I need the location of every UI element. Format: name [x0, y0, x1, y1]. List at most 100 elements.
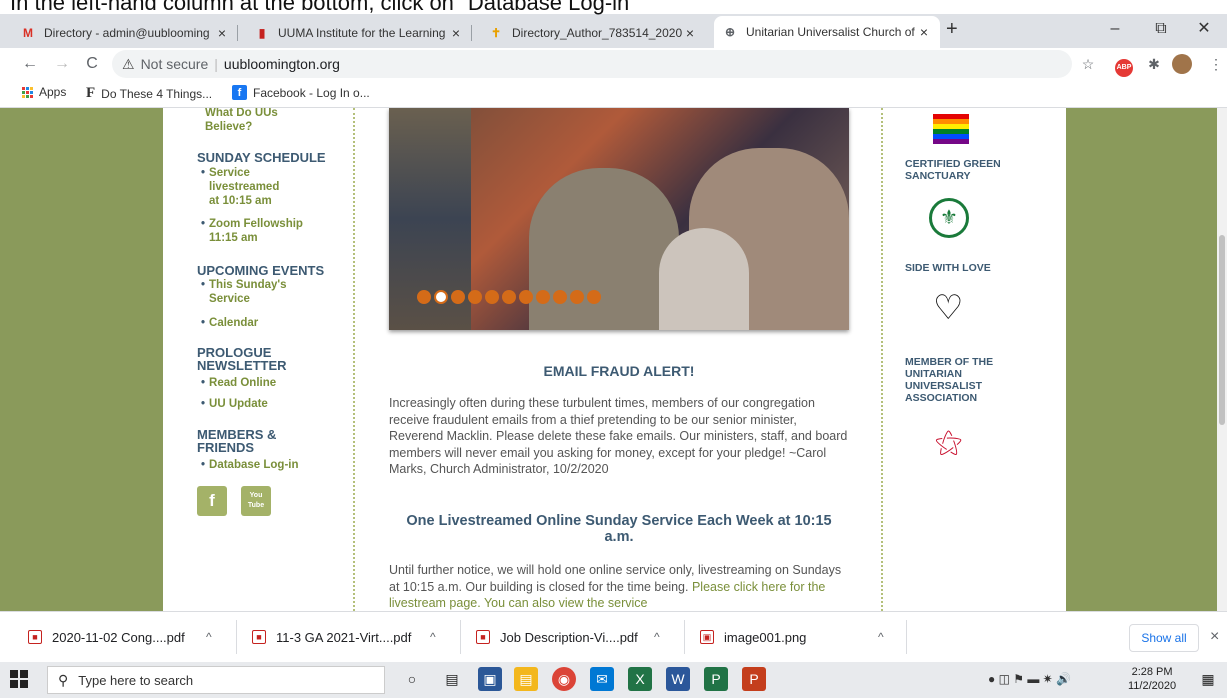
download-item[interactable]: ■ 2020-11-02 Cong....pdf ^	[28, 624, 238, 650]
powerpoint-icon[interactable]: P	[742, 667, 766, 691]
task-view-icon[interactable]: ▤	[440, 667, 464, 691]
word-icon[interactable]: W	[666, 667, 690, 691]
gmail-icon: M	[23, 26, 33, 40]
chevron-up-icon[interactable]: ^	[878, 630, 884, 644]
download-item[interactable]: ■ 11-3 GA 2021-Virt....pdf ^	[252, 624, 462, 650]
cross-icon: ✝	[490, 26, 502, 40]
nav-item-zoom-fellowship[interactable]: • Zoom Fellowship 11:15 am	[201, 217, 309, 245]
flaming-chalice-icon[interactable]: ⚝	[935, 426, 962, 459]
nav-item-label: Database Log-in	[209, 459, 299, 471]
slide-dot[interactable]	[587, 290, 601, 304]
menu-icon[interactable]: ⋮	[1206, 54, 1226, 74]
chevron-up-icon[interactable]: ^	[206, 630, 212, 644]
page-viewport: What Do UUs Believe? SUNDAY SCHEDULE • Se…	[0, 108, 1217, 611]
cortana-icon[interactable]: ○	[400, 667, 424, 691]
facebook-icon: f	[232, 85, 247, 100]
show-all-button[interactable]: Show all	[1129, 624, 1199, 652]
bookmark-do-these[interactable]: F Do These 4 Things...	[86, 85, 212, 102]
slide-figure	[659, 228, 749, 330]
pdf-icon: ■	[28, 630, 42, 644]
slide-dot[interactable]	[468, 290, 482, 304]
store-icon[interactable]: ▣	[478, 667, 502, 691]
nav-item-service-livestreamed[interactable]: • Service livestreamed at 10:15 am	[201, 166, 285, 208]
nav-item-calendar[interactable]: • Calendar	[201, 316, 258, 330]
right-column: CERTIFIED GREEN SANCTUARY ⚜ SIDE WITH LO…	[881, 108, 1066, 611]
service-body: Until further notice, we will hold one o…	[389, 562, 849, 611]
slide-dot[interactable]	[417, 290, 431, 304]
nav-item-this-sundays-service[interactable]: • This Sunday's Service	[201, 278, 289, 306]
chevron-up-icon[interactable]: ^	[654, 630, 660, 644]
slide-dot[interactable]	[434, 290, 448, 304]
tab-close-icon[interactable]: ×	[214, 25, 230, 41]
slide-dot[interactable]	[570, 290, 584, 304]
bookmark-apps[interactable]: Apps	[22, 85, 66, 99]
slide-dot[interactable]	[485, 290, 499, 304]
notifications-icon[interactable]: ▦	[1196, 667, 1220, 691]
slide-dot[interactable]	[536, 290, 550, 304]
puzzle-icon[interactable]: ✱	[1144, 54, 1164, 74]
tab-directory-author[interactable]: ✝ Directory_Author_783514_20201 ×	[480, 18, 706, 48]
tab-close-icon[interactable]: ×	[448, 25, 464, 41]
avatar[interactable]	[1172, 54, 1192, 74]
chevron-up-icon[interactable]: ^	[430, 630, 436, 644]
facebook-icon[interactable]: f	[197, 486, 227, 516]
nav-item-what-do-uus-believe[interactable]: What Do UUs Believe?	[205, 108, 325, 136]
taskbar-clock[interactable]: 2:28 PM 11/2/2020	[1128, 665, 1176, 693]
pdf-icon: ■	[476, 630, 490, 644]
windows-taskbar: ⚲ Type here to search ○ ▤ ▣ ▤ ◉ ✉ X W P …	[0, 662, 1227, 698]
nav-item-database-login[interactable]: • Database Log-in	[201, 458, 299, 472]
back-button[interactable]: ←	[18, 52, 42, 76]
new-tab-button[interactable]: +	[946, 18, 958, 41]
slide-dot[interactable]	[451, 290, 465, 304]
slide-dot[interactable]	[519, 290, 533, 304]
tab-separator	[237, 25, 238, 41]
minimize-button[interactable]: –	[1092, 14, 1138, 44]
green-sanctuary-label: CERTIFIED GREEN SANCTUARY	[905, 158, 1001, 182]
bookmark-facebook[interactable]: f Facebook - Log In o...	[232, 85, 370, 100]
service-title: One Livestreamed Online Sunday Service E…	[406, 513, 832, 545]
search-placeholder: Type here to search	[78, 672, 194, 688]
taskbar-search-input[interactable]: ⚲ Type here to search	[47, 666, 385, 694]
tray-icons[interactable]: ● ◫ ⚑ ▬ ✷ 🔊	[988, 672, 1071, 686]
download-item[interactable]: ▣ image001.png ^	[700, 624, 910, 650]
file-explorer-icon[interactable]: ▤	[514, 667, 538, 691]
close-downloads-icon[interactable]: ×	[1210, 628, 1219, 646]
side-with-love-label: SIDE WITH LOVE	[905, 262, 991, 274]
reload-button[interactable]: C	[80, 52, 104, 76]
excel-icon[interactable]: X	[628, 667, 652, 691]
uuma-icon: ▮	[258, 26, 266, 40]
tab-uu-church[interactable]: ⊕ Unitarian Universalist Church of B ×	[714, 16, 940, 48]
slide-dot[interactable]	[553, 290, 567, 304]
youtube-icon[interactable]: You Tube	[241, 486, 271, 516]
slide-dot[interactable]	[502, 290, 516, 304]
tab-title: Directory - admin@uublooming	[44, 26, 210, 40]
green-sanctuary-icon[interactable]: ⚜	[929, 198, 969, 238]
download-item[interactable]: ■ Job Description-Vi....pdf ^	[476, 624, 686, 650]
publisher-icon[interactable]: P	[704, 667, 728, 691]
forward-button[interactable]: →	[50, 52, 74, 76]
bookmark-label: Do These 4 Things...	[101, 86, 213, 101]
page-content: What Do UUs Believe? SUNDAY SCHEDULE • Se…	[163, 108, 1066, 611]
side-with-love-heart-icon[interactable]: ♡	[933, 288, 963, 328]
address-bar[interactable]: ⚠ Not secure | uubloomington.org	[112, 50, 1072, 78]
bullet: •	[201, 459, 206, 471]
tab-uuma[interactable]: ▮ UUMA Institute for the Learning ×	[246, 18, 472, 48]
scrollbar-thumb[interactable]	[1219, 235, 1225, 425]
mail-icon[interactable]: ✉	[590, 667, 614, 691]
close-window-button[interactable]: ✕	[1184, 14, 1224, 44]
restore-button[interactable]: ⧉	[1138, 14, 1184, 44]
divider	[906, 620, 907, 654]
chrome-icon[interactable]: ◉	[552, 667, 576, 691]
nav-item-uu-update[interactable]: • UU Update	[201, 397, 268, 411]
tab-close-icon[interactable]: ×	[682, 25, 698, 41]
tab-gmail[interactable]: M Directory - admin@uublooming ×	[12, 18, 238, 48]
nav-item-read-online[interactable]: • Read Online	[201, 376, 276, 390]
rainbow-flag-icon	[933, 114, 969, 144]
slideshow-pager	[417, 290, 604, 304]
adblock-icon[interactable]: ABP	[1114, 54, 1134, 77]
tab-close-icon[interactable]: ×	[916, 24, 932, 40]
windows-start-icon[interactable]	[10, 670, 28, 688]
tab-title: UUMA Institute for the Learning	[278, 26, 446, 40]
address-separator: |	[214, 56, 218, 72]
star-icon[interactable]: ☆	[1078, 54, 1098, 74]
